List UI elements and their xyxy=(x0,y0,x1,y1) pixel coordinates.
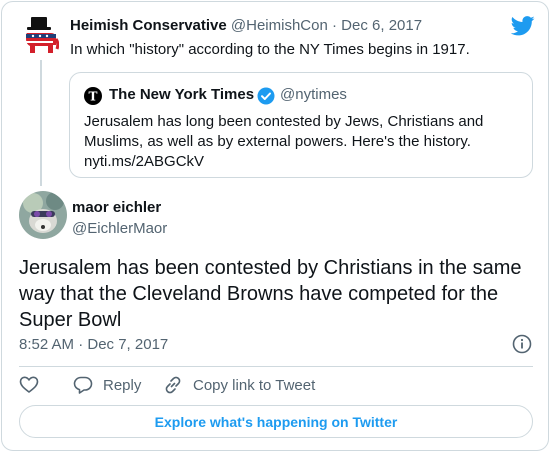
info-icon[interactable] xyxy=(512,334,532,354)
reply-label: Reply xyxy=(103,376,142,394)
main-tweet-text: Jerusalem has been contested by Christia… xyxy=(19,257,522,331)
parent-tweet-date[interactable]: Dec 6, 2017 xyxy=(341,17,422,34)
main-author-name[interactable]: maor eichler xyxy=(72,199,161,216)
quoted-tweet[interactable]: T The New York Times @nytimes Jerusalem … xyxy=(69,72,533,178)
twitter-bird-icon[interactable] xyxy=(511,16,535,36)
parent-tweet-text: In which "history" according to the NY T… xyxy=(70,41,470,58)
quoted-author-name: The New York Times xyxy=(109,86,255,103)
like-button[interactable] xyxy=(19,374,49,396)
action-divider xyxy=(19,366,533,367)
parent-author-name[interactable]: Heimish Conservative xyxy=(70,17,227,34)
tweet-embed-card: Heimish Conservative @HeimishCon · Dec 6… xyxy=(1,1,549,451)
heart-icon xyxy=(19,376,39,393)
reply-bubble-icon xyxy=(73,376,93,394)
parent-tweet-header: Heimish Conservative @HeimishCon · Dec 6… xyxy=(70,17,422,34)
header-separator: · xyxy=(332,17,337,34)
user-avatar[interactable] xyxy=(19,191,67,239)
svg-text:T: T xyxy=(89,90,98,104)
copy-link-button[interactable]: Copy link to Tweet xyxy=(163,374,315,396)
parent-author-handle[interactable]: @HeimishCon xyxy=(231,17,328,34)
quoted-tweet-text: Jerusalem has long been contested by Jew… xyxy=(84,113,484,170)
nyt-logo-icon: T xyxy=(84,87,102,105)
elephant-avatar[interactable] xyxy=(23,15,60,55)
reply-button[interactable]: Reply xyxy=(73,374,141,396)
verified-badge-icon xyxy=(257,87,275,105)
main-author-handle[interactable]: @EichlerMaor xyxy=(72,220,167,237)
link-icon xyxy=(165,376,181,394)
quoted-author-handle: @nytimes xyxy=(280,86,347,103)
copy-link-label: Copy link to Tweet xyxy=(193,376,316,394)
explore-twitter-button[interactable]: Explore what's happening on Twitter xyxy=(19,405,533,438)
tweet-timestamp[interactable]: 8:52 AM · Dec 7, 2017 xyxy=(19,336,168,353)
thread-connector-line xyxy=(40,60,42,186)
